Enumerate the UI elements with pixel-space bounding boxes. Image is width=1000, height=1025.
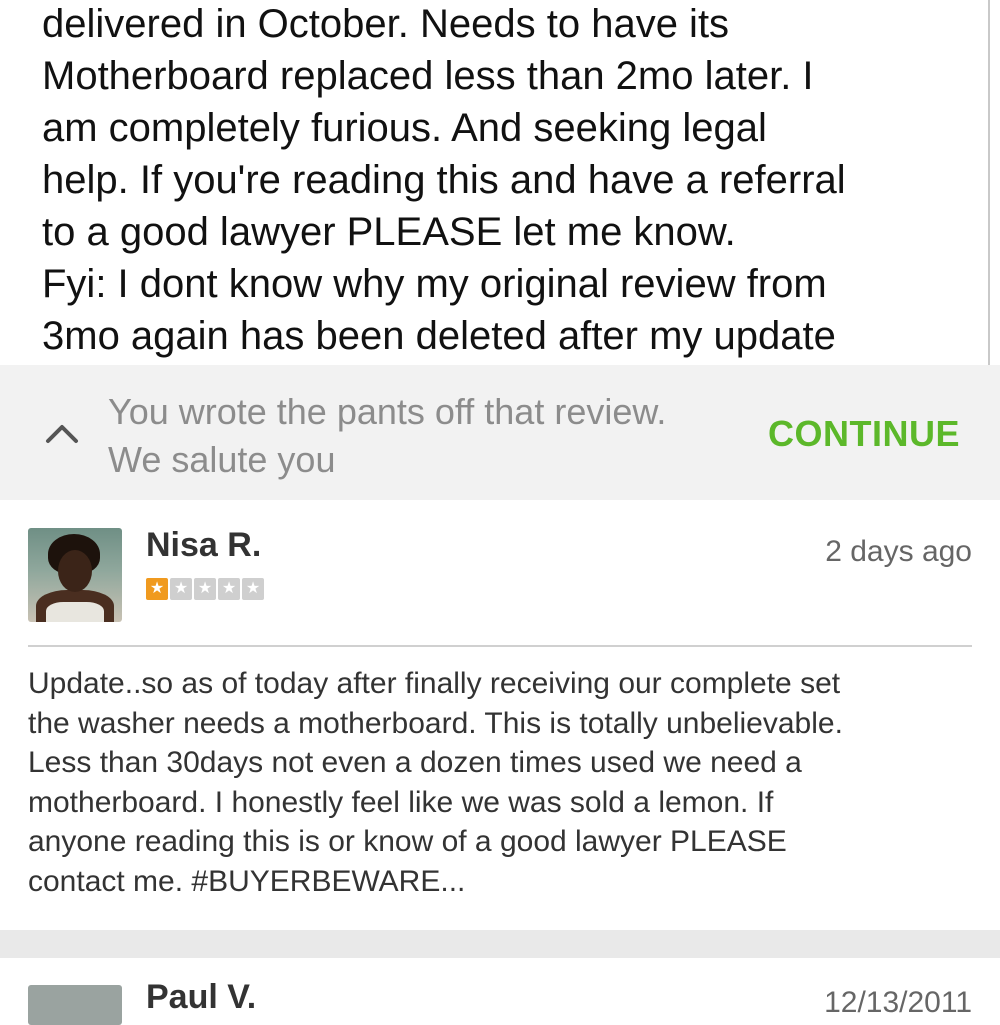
- review-text-line: to a good lawyer PLEASE let me know.: [42, 210, 736, 254]
- star-icon: ★: [194, 578, 216, 600]
- reviewer-name[interactable]: Nisa R.: [146, 526, 261, 565]
- avatar[interactable]: [28, 528, 122, 622]
- review-text-line: help. If you're reading this and have a …: [42, 158, 846, 202]
- prompt-message-line: We salute you: [108, 439, 336, 480]
- review-text-line: Motherboard replaced less than 2mo later…: [42, 54, 814, 98]
- prompt-message: You wrote the pants off that review. We …: [108, 388, 748, 484]
- review-text-line: Fyi: I dont know why my original review …: [42, 262, 827, 306]
- chevron-up-icon[interactable]: [44, 421, 80, 445]
- review-date: 2 days ago: [825, 535, 972, 568]
- star-icon: ★: [170, 578, 192, 600]
- review-body-line: Less than 30days not even a dozen times …: [28, 746, 802, 779]
- review-date: 12/13/2011: [824, 986, 972, 1019]
- prompt-message-line: You wrote the pants off that review.: [108, 391, 667, 432]
- continue-button[interactable]: CONTINUE: [768, 413, 960, 455]
- expanded-review: delivered in October. Needs to have its …: [0, 0, 1000, 365]
- star-icon: ★: [218, 578, 240, 600]
- divider: [28, 645, 972, 647]
- review-text-line: 3mo again has been deleted after my upda…: [42, 314, 836, 358]
- review-body-line: contact me. #BUYERBEWARE...: [28, 864, 466, 898]
- expanded-review-text: delivered in October. Needs to have its …: [42, 0, 962, 362]
- review-text-line: am completely furious. And seeking legal: [42, 106, 767, 150]
- star-rating: ★ ★ ★ ★ ★: [146, 578, 264, 600]
- review-body: Update..so as of today after finally rec…: [28, 664, 978, 901]
- review-body-line: anyone reading this is or know of a good…: [28, 825, 787, 858]
- avatar[interactable]: [28, 985, 122, 1025]
- card-separator: [0, 930, 1000, 958]
- review-body-line: the washer needs a motherboard. This is …: [28, 706, 843, 740]
- star-icon: ★: [146, 578, 168, 600]
- reviewer-name[interactable]: Paul V.: [146, 978, 256, 1017]
- review-body-line: Update..so as of today after finally rec…: [28, 667, 841, 700]
- star-icon: ★: [242, 578, 264, 600]
- review-body-line: motherboard. I honestly feel like we was…: [28, 785, 774, 819]
- review-text-line: delivered in October. Needs to have its: [42, 2, 730, 46]
- scrollbar[interactable]: [988, 0, 1000, 365]
